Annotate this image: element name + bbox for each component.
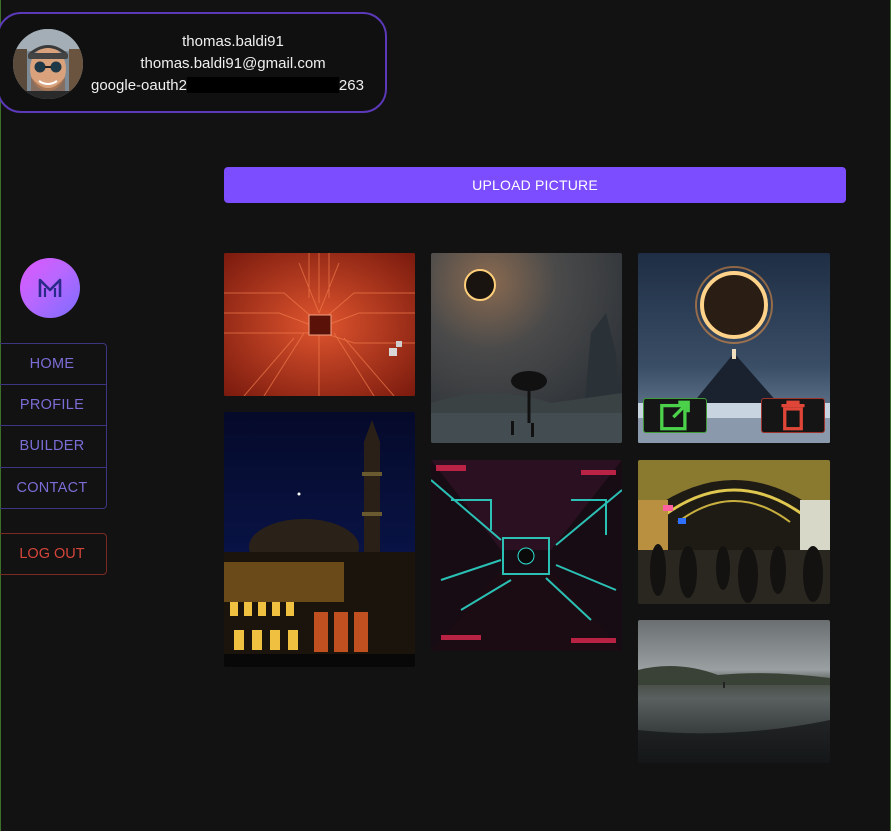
nav-builder[interactable]: BUILDER bbox=[0, 426, 107, 468]
nav-home[interactable]: HOME bbox=[0, 343, 107, 385]
upload-picture-button[interactable]: UPLOAD PICTURE bbox=[224, 167, 846, 203]
user-oauth-id: google-oauth2 263 bbox=[91, 77, 364, 94]
gallery-image-cyberpunk-corridor[interactable] bbox=[431, 460, 622, 651]
user-card: thomas.baldi91 thomas.baldi91@gmail.com … bbox=[0, 12, 387, 113]
m-logo-icon[interactable] bbox=[20, 258, 80, 318]
gallery-image-mosque-night[interactable] bbox=[224, 412, 415, 667]
sidebar-nav: HOME PROFILE BUILDER CONTACT bbox=[0, 343, 107, 509]
open-image-button[interactable] bbox=[643, 398, 707, 433]
logout-button[interactable]: LOG OUT bbox=[0, 533, 107, 575]
gallery-image-grand-bazaar[interactable] bbox=[638, 460, 830, 604]
nav-contact[interactable]: CONTACT bbox=[0, 467, 107, 509]
open-external-icon bbox=[660, 400, 690, 431]
user-email: thomas.baldi91@gmail.com bbox=[140, 55, 326, 72]
redaction-bar bbox=[186, 77, 339, 93]
gallery-image-circuit-board[interactable] bbox=[224, 253, 415, 396]
nav-profile[interactable]: PROFILE bbox=[0, 384, 107, 426]
gallery-image-ring-sun-mountain[interactable] bbox=[638, 253, 830, 443]
user-avatar bbox=[13, 29, 83, 99]
username: thomas.baldi91 bbox=[182, 33, 284, 50]
trash-icon bbox=[781, 400, 805, 431]
delete-image-button[interactable] bbox=[761, 398, 825, 433]
gallery-image-dark-sun-landscape[interactable] bbox=[431, 253, 622, 443]
gallery-image-lake-cloudy[interactable] bbox=[638, 620, 830, 763]
